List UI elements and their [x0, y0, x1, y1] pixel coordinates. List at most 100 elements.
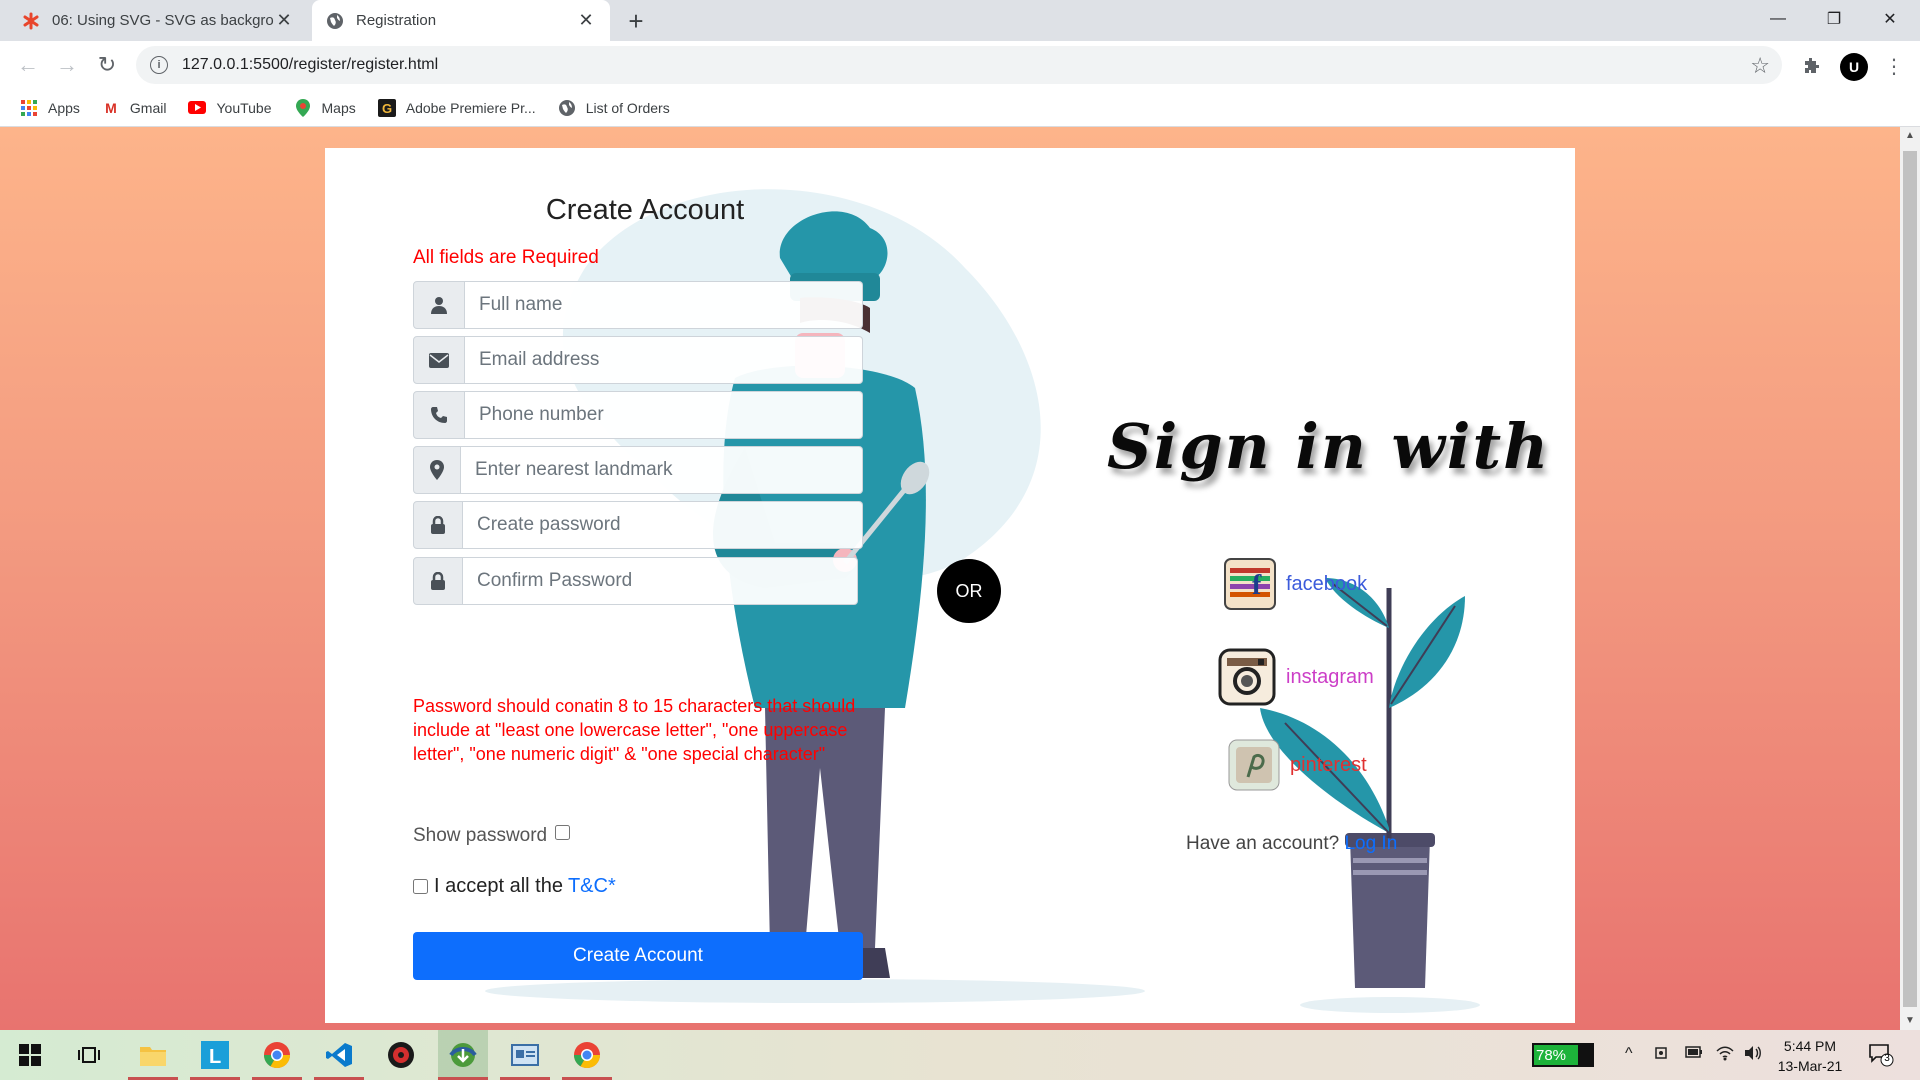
pinterest-icon: [1228, 739, 1280, 791]
have-account-label: Have an account?: [1186, 833, 1340, 854]
create-password-field: [413, 501, 863, 549]
password-help-text: Password should conatin 8 to 15 characte…: [413, 696, 856, 764]
notification-center-icon[interactable]: 3: [1868, 1043, 1894, 1067]
bookmark-gmail[interactable]: M Gmail: [102, 99, 166, 117]
clock-time: 5:44 PM: [1783, 1038, 1837, 1054]
url-text: 127.0.0.1:5500/register/register.html: [182, 56, 439, 73]
battery-icon[interactable]: [1685, 1045, 1703, 1063]
close-tab-icon[interactable]: ✕: [576, 10, 596, 31]
phone-input[interactable]: [465, 391, 863, 439]
tab-registration[interactable]: Registration ✕: [312, 0, 610, 41]
facebook-signin-link[interactable]: f facebook: [1224, 558, 1367, 610]
lock-icon: [413, 501, 463, 549]
landmark-input[interactable]: [461, 446, 863, 494]
scroll-down-arrow-icon[interactable]: ▼: [1900, 1012, 1920, 1030]
bookmark-maps[interactable]: Maps: [294, 98, 356, 117]
accept-terms-checkbox[interactable]: [413, 879, 428, 894]
instagram-label: instagram: [1286, 665, 1374, 688]
sign-in-with-heading: Sign in with: [1107, 410, 1551, 483]
close-tab-icon[interactable]: ✕: [274, 10, 294, 31]
scroll-up-arrow-icon[interactable]: ▲: [1900, 127, 1920, 145]
create-account-button[interactable]: Create Account: [413, 932, 863, 980]
bookmark-star-icon[interactable]: ☆: [1750, 53, 1770, 79]
extensions-icon[interactable]: [1799, 53, 1825, 79]
task-view-icon[interactable]: [64, 1030, 114, 1080]
apps-grid-icon: [20, 99, 38, 117]
user-icon: [413, 281, 465, 329]
restore-button[interactable]: ❐: [1806, 0, 1862, 38]
email-field: [413, 336, 863, 384]
page-scrollbar[interactable]: ▲ ▼: [1900, 127, 1920, 1030]
show-password-label: Show password: [413, 825, 548, 846]
close-window-button[interactable]: ✕: [1862, 0, 1918, 38]
bookmark-apps[interactable]: Apps: [20, 99, 80, 117]
control-panel-icon[interactable]: [500, 1030, 550, 1080]
notification-count: 3: [1884, 1053, 1890, 1064]
forward-button[interactable]: →: [53, 51, 81, 79]
tab-title: Registration: [356, 12, 437, 29]
vscode-icon[interactable]: [314, 1030, 364, 1080]
minimize-button[interactable]: —: [1750, 0, 1806, 38]
facebook-icon: f: [1224, 558, 1276, 610]
login-link[interactable]: Log In: [1344, 833, 1397, 854]
pinterest-label: pinterest: [1290, 753, 1367, 776]
site-info-icon[interactable]: i: [150, 56, 168, 74]
new-tab-button[interactable]: +: [622, 8, 650, 36]
instagram-icon: [1218, 648, 1276, 706]
menu-kebab-icon[interactable]: ⋮: [1881, 53, 1907, 79]
battery-percent: 78%: [1536, 1046, 1567, 1064]
gmail-icon: M: [105, 99, 117, 116]
l-app-icon[interactable]: L: [190, 1030, 240, 1080]
address-bar[interactable]: i 127.0.0.1:5500/register/register.html …: [136, 46, 1782, 84]
volume-icon[interactable]: [1744, 1045, 1762, 1066]
download-manager-icon[interactable]: [438, 1030, 488, 1080]
windows-start-icon[interactable]: [5, 1030, 55, 1080]
file-explorer-icon[interactable]: [128, 1030, 178, 1080]
create-password-input[interactable]: [463, 501, 863, 549]
envelope-icon: [413, 336, 465, 384]
windows-taskbar: L 78% ^ 5:44 PM 13-Mar-21 3: [0, 1030, 1920, 1080]
svg-text:f: f: [1252, 570, 1262, 601]
show-password-checkbox[interactable]: [555, 824, 571, 840]
confirm-password-input[interactable]: [463, 557, 858, 605]
record-app-icon[interactable]: [376, 1030, 426, 1080]
globe-icon: [558, 99, 576, 117]
bookmark-label: Apps: [48, 99, 80, 116]
phone-icon: [413, 391, 465, 439]
bookmark-list-of-orders[interactable]: List of Orders: [558, 99, 670, 117]
bookmarks-bar: Apps M Gmail YouTube Maps G Adobe Premie…: [0, 89, 1920, 127]
registration-card: Create Account All fields are Required F…: [325, 148, 1575, 1023]
system-clock[interactable]: 5:44 PM 13-Mar-21: [1770, 1036, 1850, 1076]
chrome-icon[interactable]: [562, 1030, 612, 1080]
email-input[interactable]: [465, 336, 863, 384]
full-name-field: [413, 281, 863, 329]
maps-icon: [294, 98, 312, 117]
landmark-field: [413, 446, 863, 494]
back-button[interactable]: ←: [14, 51, 42, 79]
browser-toolbar: ← → ↻ i 127.0.0.1:5500/register/register…: [0, 41, 1920, 89]
terms-link[interactable]: T&C*: [568, 875, 616, 898]
full-name-input[interactable]: [465, 281, 863, 329]
have-account-text: Have an account? Log In: [1186, 833, 1397, 855]
scrollbar-thumb[interactable]: [1903, 151, 1917, 1007]
accept-terms-label: I accept all the: [434, 875, 563, 897]
bookmark-youtube[interactable]: YouTube: [188, 99, 272, 117]
wifi-icon[interactable]: [1716, 1045, 1734, 1066]
tab-svg-tutorial[interactable]: 06: Using SVG - SVG as backgrou ✕: [8, 0, 308, 41]
meet-now-icon[interactable]: [1654, 1045, 1670, 1066]
page-title: Create Account: [545, 194, 745, 226]
pinterest-signin-link[interactable]: pinterest: [1228, 739, 1367, 791]
bookmark-label: Adobe Premiere Pr...: [405, 99, 536, 116]
tab-title: 06: Using SVG - SVG as backgrou: [52, 12, 274, 29]
instagram-signin-link[interactable]: instagram: [1218, 648, 1374, 706]
confirm-password-field: [413, 557, 858, 605]
profile-avatar[interactable]: U: [1840, 53, 1868, 81]
reload-button[interactable]: ↻: [93, 51, 121, 79]
chrome-icon[interactable]: [252, 1030, 302, 1080]
bookmark-adobe[interactable]: G Adobe Premiere Pr...: [377, 98, 536, 117]
or-divider-badge: OR: [937, 559, 1001, 623]
show-password-toggle[interactable]: Show password: [413, 824, 571, 847]
chevron-up-icon[interactable]: ^: [1625, 1045, 1633, 1063]
youtube-icon: [188, 99, 207, 117]
battery-indicator[interactable]: 78%: [1532, 1043, 1594, 1067]
